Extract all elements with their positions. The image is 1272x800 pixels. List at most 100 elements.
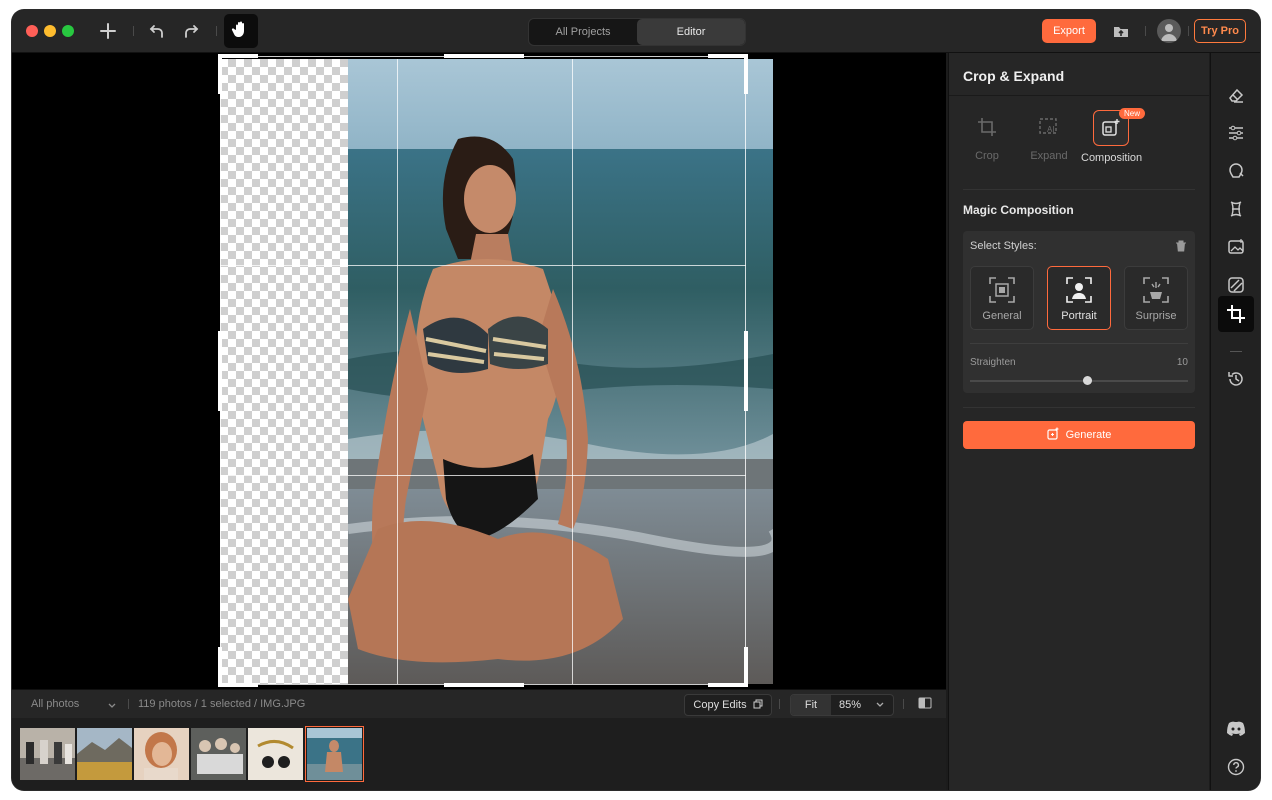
crop-handle-top-right[interactable] bbox=[744, 54, 748, 94]
crop-handle-left[interactable] bbox=[218, 331, 222, 411]
straighten-slider[interactable] bbox=[970, 380, 1188, 382]
toolbar-divider bbox=[1145, 26, 1146, 36]
mode-composition-label: Composition bbox=[1081, 152, 1143, 164]
panel-divider bbox=[949, 95, 1209, 96]
tab-editor[interactable]: Editor bbox=[637, 19, 745, 45]
mode-expand-label: Expand bbox=[1030, 150, 1068, 162]
image-enhance-icon[interactable] bbox=[1223, 234, 1249, 260]
bar-divider bbox=[779, 699, 780, 709]
compare-icon[interactable] bbox=[918, 696, 932, 715]
chevron-down-icon[interactable] bbox=[107, 697, 117, 715]
redo-icon[interactable] bbox=[179, 19, 203, 43]
crop-handle-top-left[interactable] bbox=[218, 54, 222, 94]
crop-expand-icon[interactable] bbox=[1223, 301, 1249, 327]
editor-canvas[interactable] bbox=[12, 53, 946, 689]
crop-handle-top-left[interactable] bbox=[218, 54, 258, 58]
style-general[interactable]: General bbox=[970, 266, 1034, 330]
copy-edits-button[interactable]: Copy Edits bbox=[684, 694, 772, 716]
fit-button[interactable]: Fit bbox=[791, 695, 831, 715]
style-selector: Select Styles: General Portrait Surprise… bbox=[963, 231, 1195, 393]
toolbar-divider bbox=[216, 26, 217, 36]
mode-composition[interactable]: Composition New bbox=[1081, 108, 1146, 164]
thumbnail-still-life-sunglasses[interactable] bbox=[248, 728, 303, 780]
bar-divider bbox=[903, 699, 904, 709]
remove-object-icon[interactable] bbox=[1223, 272, 1249, 298]
chevron-down-icon bbox=[875, 699, 885, 712]
portrait-style-icon bbox=[1064, 275, 1094, 305]
copy-edits-label: Copy Edits bbox=[693, 699, 747, 711]
mode-expand[interactable]: AI Expand bbox=[1019, 110, 1079, 162]
export-button[interactable]: Export bbox=[1042, 19, 1096, 43]
top-toolbar: All Projects Editor Export Try Pro bbox=[12, 10, 1260, 53]
hand-icon bbox=[231, 19, 251, 44]
thumbnail-landscape-hills[interactable] bbox=[77, 728, 132, 780]
crop-handle-bottom-left[interactable] bbox=[218, 683, 258, 687]
filmstrip bbox=[12, 718, 946, 790]
crop-handle-right[interactable] bbox=[744, 331, 748, 411]
crop-handle-bottom-right[interactable] bbox=[708, 683, 748, 687]
zoom-dropdown[interactable]: 85% bbox=[831, 695, 893, 715]
panel-title: Crop & Expand bbox=[963, 68, 1065, 84]
svg-text:AI: AI bbox=[1047, 125, 1055, 134]
toolbar-divider bbox=[1188, 26, 1189, 36]
crop-handle-bottom-right[interactable] bbox=[744, 647, 748, 687]
style-surprise-label: Surprise bbox=[1135, 310, 1177, 322]
try-pro-button[interactable]: Try Pro bbox=[1194, 19, 1246, 43]
import-icon[interactable] bbox=[1109, 19, 1133, 43]
close-window-button[interactable] bbox=[26, 25, 38, 37]
style-portrait[interactable]: Portrait bbox=[1047, 266, 1111, 330]
photo-filter-dropdown[interactable]: All photos bbox=[31, 698, 79, 710]
discord-icon[interactable] bbox=[1223, 716, 1249, 742]
crop-handle-top[interactable] bbox=[444, 54, 524, 58]
body-icon[interactable] bbox=[1223, 196, 1249, 222]
library-bar: All photos 119 photos / 1 selected / IMG… bbox=[12, 689, 946, 718]
app-window: All Projects Editor Export Try Pro All p… bbox=[12, 10, 1260, 790]
style-surprise[interactable]: Surprise bbox=[1124, 266, 1188, 330]
mode-crop[interactable]: Crop bbox=[957, 110, 1017, 162]
crop-expand-panel: Crop & Expand Crop AI Expand Composition… bbox=[948, 53, 1209, 790]
select-styles-label: Select Styles: bbox=[970, 240, 1037, 252]
straighten-value: 10 bbox=[1176, 357, 1188, 368]
tab-all-projects[interactable]: All Projects bbox=[529, 19, 637, 45]
plus-icon[interactable] bbox=[96, 19, 120, 43]
avatar[interactable] bbox=[1157, 19, 1181, 43]
hand-tool-button[interactable] bbox=[224, 14, 258, 48]
copy-icon bbox=[753, 699, 763, 712]
general-style-icon bbox=[987, 275, 1017, 305]
panel-divider bbox=[963, 407, 1195, 408]
thumbnail-beach-woman[interactable] bbox=[305, 726, 364, 782]
crop-handle-top-right[interactable] bbox=[708, 54, 748, 58]
straighten-label: Straighten bbox=[970, 357, 1016, 368]
history-icon[interactable] bbox=[1223, 366, 1249, 392]
surprise-style-icon bbox=[1141, 275, 1171, 305]
generate-label: Generate bbox=[1065, 429, 1112, 441]
thumbnail-portrait-woman[interactable] bbox=[134, 728, 189, 780]
trash-icon[interactable] bbox=[1175, 239, 1187, 257]
magic-composition-title: Magic Composition bbox=[963, 203, 1074, 217]
zoom-control: Fit 85% bbox=[790, 694, 894, 716]
crop-handle-bottom[interactable] bbox=[444, 683, 524, 687]
style-general-label: General bbox=[982, 310, 1022, 322]
thumbnail-group-photo[interactable] bbox=[20, 728, 75, 780]
tool-rail bbox=[1210, 53, 1260, 790]
minimize-window-button[interactable] bbox=[44, 25, 56, 37]
zoom-window-button[interactable] bbox=[62, 25, 74, 37]
crop-frame[interactable] bbox=[220, 56, 746, 685]
zoom-value: 85% bbox=[839, 699, 862, 711]
bar-divider bbox=[128, 699, 129, 709]
crop-handle-bottom-left[interactable] bbox=[218, 647, 222, 687]
thumbnail-family-photo[interactable] bbox=[191, 728, 246, 780]
straighten-slider-knob[interactable] bbox=[1083, 376, 1092, 385]
adjust-sliders-icon[interactable] bbox=[1223, 120, 1249, 146]
crop-icon bbox=[970, 110, 1004, 144]
undo-icon[interactable] bbox=[145, 19, 169, 43]
mode-crop-label: Crop bbox=[975, 150, 999, 162]
face-retouch-icon[interactable] bbox=[1223, 158, 1249, 184]
help-icon[interactable] bbox=[1223, 754, 1249, 780]
style-portrait-label: Portrait bbox=[1061, 310, 1097, 322]
generate-icon bbox=[1046, 427, 1060, 443]
eraser-icon[interactable] bbox=[1223, 82, 1249, 108]
view-switcher: All Projects Editor bbox=[528, 18, 746, 46]
new-badge: New bbox=[1119, 108, 1146, 119]
generate-button[interactable]: Generate bbox=[963, 421, 1195, 449]
